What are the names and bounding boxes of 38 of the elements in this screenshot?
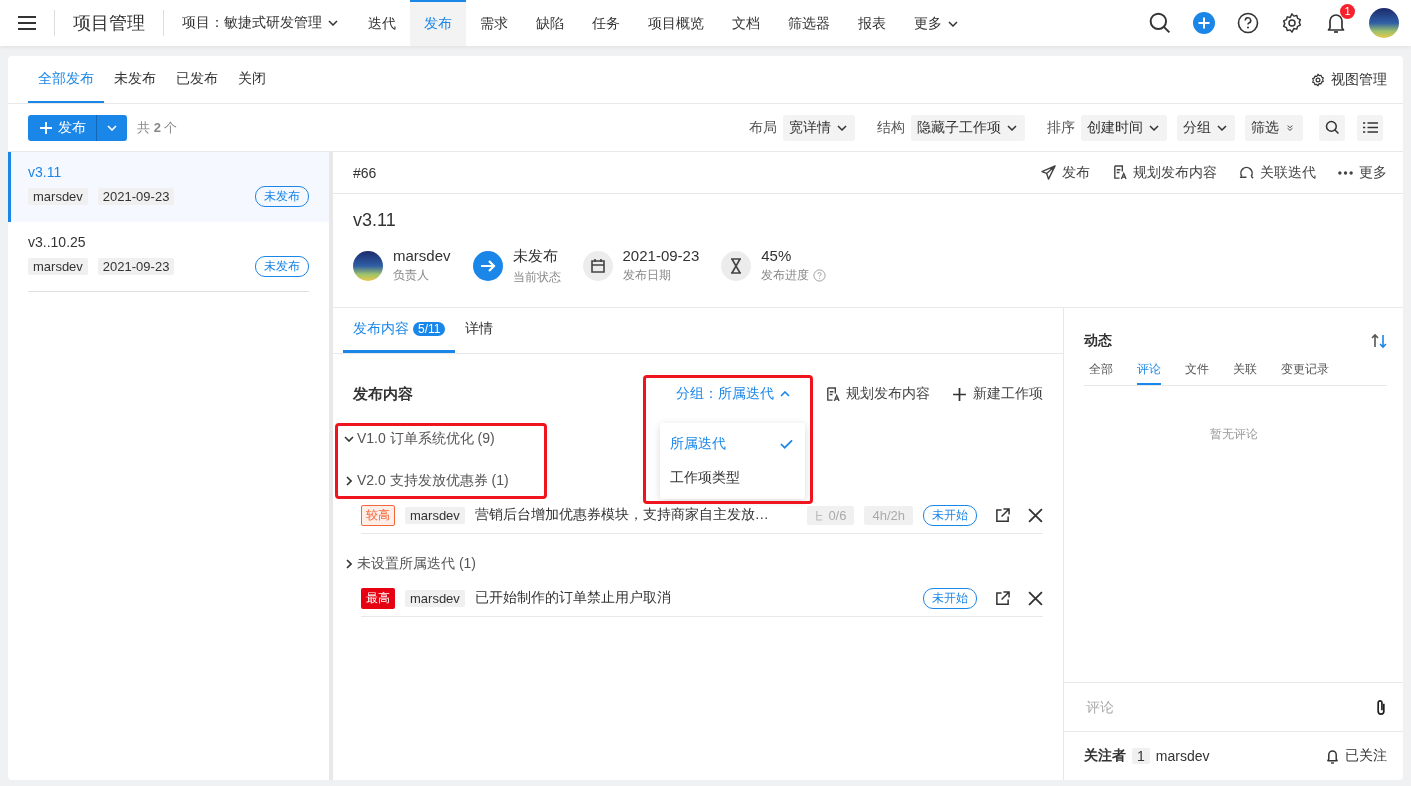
field-value: 45%: [761, 247, 793, 264]
field-value: 2021-09-23: [622, 247, 700, 264]
notification-badge: 1: [1340, 4, 1355, 19]
release-number: #66: [353, 164, 377, 181]
date-tag: 2021-09-23: [97, 258, 175, 275]
field-value: 未发布: [512, 247, 559, 266]
owner-tag: marsdev: [405, 506, 465, 524]
owner-tag: marsdev: [28, 188, 88, 205]
field-label: 发布进度: [761, 267, 810, 284]
release-title: v3.11: [353, 210, 397, 231]
release-name: v3.11: [28, 164, 63, 180]
status-badge: 未开始: [923, 504, 977, 526]
option-label: 排序: [1047, 118, 1075, 137]
field-value: marsdev: [393, 247, 451, 264]
followers-count: 1: [1132, 748, 1150, 764]
field-label: 当前状态: [512, 269, 561, 286]
option-label: 布局: [749, 118, 777, 137]
owner-tag: marsdev: [28, 258, 88, 275]
option-label: 结构: [877, 118, 905, 137]
release-count: 共 2 个: [137, 118, 178, 137]
date-tag: 2021-09-23: [97, 188, 175, 205]
field-label: 发布日期: [622, 267, 671, 284]
priority-tag: 最高: [361, 587, 395, 609]
activity-title: 动态: [1084, 332, 1112, 350]
release-name: v3..10.25: [28, 234, 87, 250]
empty-message: 暂无评论: [1209, 427, 1258, 441]
section-heading: 发布内容: [353, 384, 413, 404]
field-label: 负责人: [393, 267, 429, 284]
subtask-count: 0/6: [807, 505, 855, 525]
status-badge: 未发布: [255, 186, 309, 207]
status-badge: 未开始: [923, 587, 977, 609]
app-title: 项目管理: [73, 12, 145, 35]
priority-tag: 较高: [361, 504, 395, 526]
follower-name: marsdev: [1155, 748, 1210, 764]
owner-tag: marsdev: [405, 589, 465, 607]
hours-tag: 4h/2h: [864, 505, 913, 525]
followers-label: 关注者: [1084, 747, 1126, 765]
status-badge: 未发布: [255, 256, 309, 277]
